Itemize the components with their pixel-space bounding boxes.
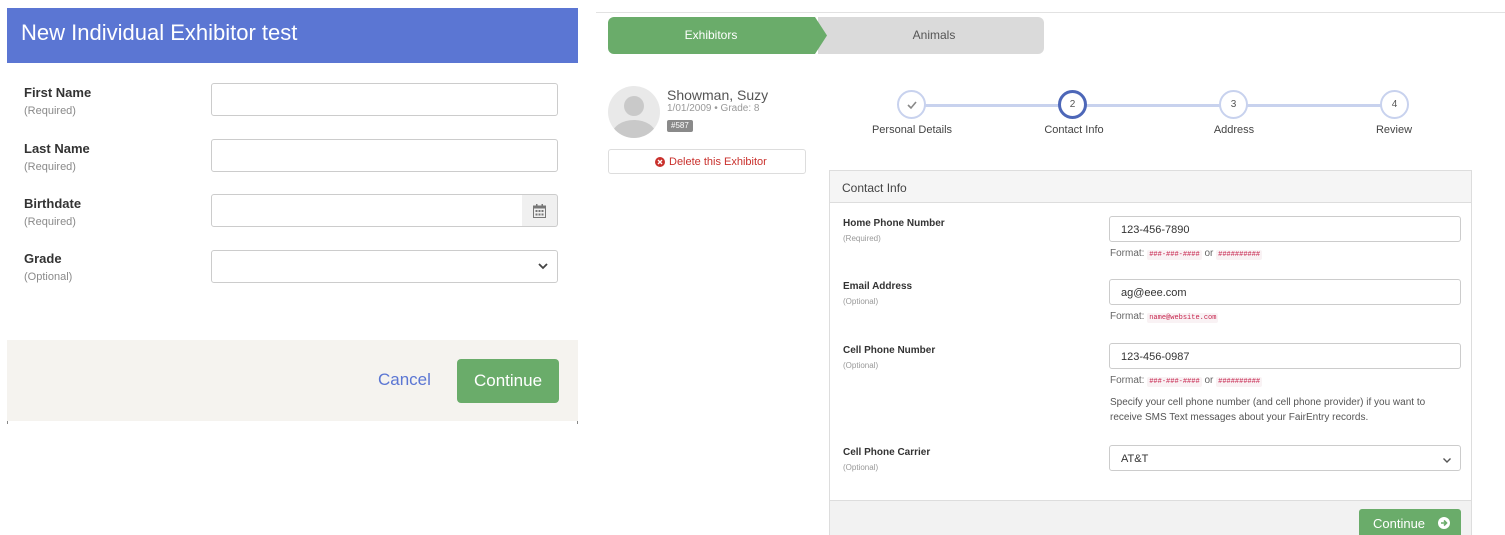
- contact-info-header: Contact Info: [830, 171, 1471, 203]
- chevron-down-icon: [538, 263, 548, 270]
- home-phone-value: 123-456-7890: [1121, 224, 1190, 236]
- cell-phone-note: (Optional): [843, 361, 879, 370]
- format-code: ##########: [1216, 250, 1263, 260]
- corner-tick: [577, 421, 578, 424]
- cell-phone-format: Format: ###-###-#### or ##########: [1110, 375, 1263, 387]
- cell-phone-value: 123-456-0987: [1121, 351, 1190, 363]
- continue-button[interactable]: Continue: [457, 359, 559, 403]
- dialog-title: New Individual Exhibitor test: [21, 20, 298, 45]
- new-exhibitor-dialog: New Individual Exhibitor test First Name…: [7, 8, 578, 421]
- home-phone-label: Home Phone Number: [843, 218, 945, 229]
- exhibitor-name: Showman, Suzy: [667, 87, 769, 103]
- format-prefix: Format:: [1110, 311, 1145, 322]
- carrier-value: AT&T: [1121, 453, 1149, 465]
- format-or: or: [1204, 248, 1214, 259]
- first-name-label: First Name: [24, 85, 92, 100]
- tab-exhibitors[interactable]: Exhibitors: [608, 17, 834, 54]
- cell-phone-help-text: Specify your cell phone number (and cell…: [1110, 397, 1426, 423]
- format-code: ##########: [1216, 377, 1263, 387]
- first-name-note: (Required): [24, 105, 76, 117]
- grade-note: (Optional): [24, 271, 73, 283]
- remove-circle-icon: [655, 157, 665, 167]
- format-code: ###-###-####: [1147, 250, 1202, 260]
- delete-exhibitor-button[interactable]: Delete this Exhibitor: [608, 149, 806, 174]
- exhibitor-id-badge: #587: [667, 120, 693, 132]
- home-phone-note: (Required): [843, 234, 881, 243]
- format-prefix: Format:: [1110, 248, 1145, 259]
- continue-label: Continue: [1373, 516, 1426, 531]
- email-value: ag@eee.com: [1121, 287, 1187, 299]
- grade-select[interactable]: [211, 250, 558, 283]
- home-phone-format: Format: ###-###-#### or ##########: [1110, 248, 1263, 260]
- check-icon: [906, 101, 917, 110]
- arrow-circle-right-icon: [1438, 517, 1450, 529]
- first-name-input[interactable]: [211, 83, 558, 116]
- birthdate-note: (Required): [24, 216, 76, 228]
- birthdate-input[interactable]: [211, 194, 523, 227]
- step-3-label: Address: [1213, 124, 1255, 136]
- format-or: or: [1204, 375, 1214, 386]
- tab-animals-label: Animals: [912, 28, 956, 42]
- format-code: name@website.com: [1147, 313, 1219, 323]
- last-name-note: (Required): [24, 161, 76, 173]
- carrier-note: (Optional): [843, 463, 879, 472]
- cell-phone-input[interactable]: 123-456-0987: [1109, 343, 1461, 369]
- step-4-label: Review: [1375, 124, 1413, 136]
- last-name-input[interactable]: [211, 139, 558, 172]
- chevron-down-icon: [1443, 458, 1451, 463]
- carrier-label: Cell Phone Carrier: [843, 447, 931, 458]
- contact-info-heading: Contact Info: [842, 181, 907, 195]
- grade-label: Grade: [24, 251, 62, 266]
- contact-info-panel: Contact Info Home Phone Number (Required…: [829, 170, 1472, 535]
- step-1-circle[interactable]: [897, 90, 926, 119]
- email-input[interactable]: ag@eee.com: [1109, 279, 1461, 305]
- dialog-footer: Cancel Continue: [7, 340, 578, 421]
- step-3-circle[interactable]: 3: [1219, 90, 1248, 119]
- email-format: Format: name@website.com: [1110, 311, 1219, 323]
- avatar-head: [624, 96, 644, 116]
- tab-arrow: [814, 17, 827, 54]
- step-1-label: Personal Details: [871, 124, 953, 136]
- dialog-header: New Individual Exhibitor test: [7, 8, 578, 63]
- exhibitor-meta: 1/01/2009 • Grade: 8: [667, 103, 760, 114]
- last-name-label: Last Name: [24, 141, 90, 156]
- tab-exhibitors-label: Exhibitors: [684, 28, 738, 42]
- calendar-icon: [533, 204, 546, 218]
- carrier-select[interactable]: AT&T: [1109, 445, 1461, 471]
- step-2-circle[interactable]: 2: [1058, 90, 1087, 119]
- avatar: [608, 86, 660, 138]
- delete-exhibitor-label: Delete this Exhibitor: [669, 156, 767, 168]
- contact-info-footer: Continue: [830, 500, 1471, 535]
- email-label: Email Address: [843, 281, 913, 292]
- birthdate-label: Birthdate: [24, 196, 82, 211]
- step-4-circle[interactable]: 4: [1380, 90, 1409, 119]
- email-note: (Optional): [843, 297, 879, 306]
- steps-progress-line: [912, 104, 1395, 107]
- home-phone-input[interactable]: 123-456-7890: [1109, 216, 1461, 242]
- format-code: ###-###-####: [1147, 377, 1202, 387]
- step-2-label: Contact Info: [1044, 124, 1104, 136]
- cancel-button[interactable]: Cancel: [378, 370, 431, 390]
- format-prefix: Format:: [1110, 375, 1145, 386]
- continue-button[interactable]: Continue: [1359, 509, 1461, 535]
- calendar-button[interactable]: [522, 194, 558, 227]
- corner-tick: [7, 421, 8, 424]
- avatar-body: [612, 120, 656, 138]
- cell-phone-label: Cell Phone Number: [843, 345, 936, 356]
- top-divider: [596, 12, 1505, 13]
- tab-animals[interactable]: Animals: [818, 17, 1044, 54]
